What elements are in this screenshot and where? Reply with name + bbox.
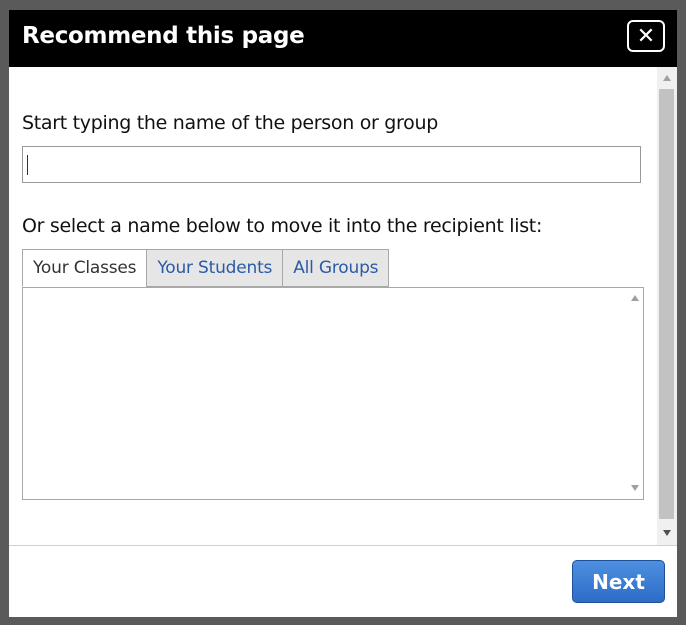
list-scrollbar[interactable]	[627, 288, 643, 499]
tab-your-students[interactable]: Your Students	[146, 249, 284, 287]
scroll-down-arrow-icon[interactable]	[631, 485, 639, 491]
scroll-up-arrow-icon[interactable]	[663, 75, 671, 81]
recipient-list-panel[interactable]	[22, 287, 644, 500]
dialog-scrollbar[interactable]	[657, 67, 677, 545]
search-prompt-label: Start typing the name of the person or g…	[22, 112, 438, 134]
recommend-dialog: Recommend this page ✕ Start typing the n…	[9, 10, 677, 617]
recipient-tabs: Your Classes Your Students All Groups	[22, 249, 390, 287]
select-prompt-label: Or select a name below to move it into t…	[22, 215, 543, 237]
next-button[interactable]: Next	[572, 560, 665, 603]
scroll-down-arrow-icon[interactable]	[663, 530, 671, 536]
scrollbar-thumb[interactable]	[659, 89, 674, 519]
text-caret	[27, 155, 28, 175]
dialog-footer: Next	[9, 545, 677, 617]
scroll-up-arrow-icon[interactable]	[631, 295, 639, 301]
dialog-body: Start typing the name of the person or g…	[9, 67, 657, 545]
tab-all-groups[interactable]: All Groups	[282, 249, 390, 287]
close-button[interactable]: ✕	[627, 20, 665, 52]
dialog-header: Recommend this page ✕	[9, 10, 677, 67]
recipient-search-input[interactable]	[22, 146, 641, 183]
dialog-title: Recommend this page	[22, 23, 305, 49]
tab-your-classes[interactable]: Your Classes	[22, 249, 148, 287]
close-icon: ✕	[636, 23, 656, 49]
